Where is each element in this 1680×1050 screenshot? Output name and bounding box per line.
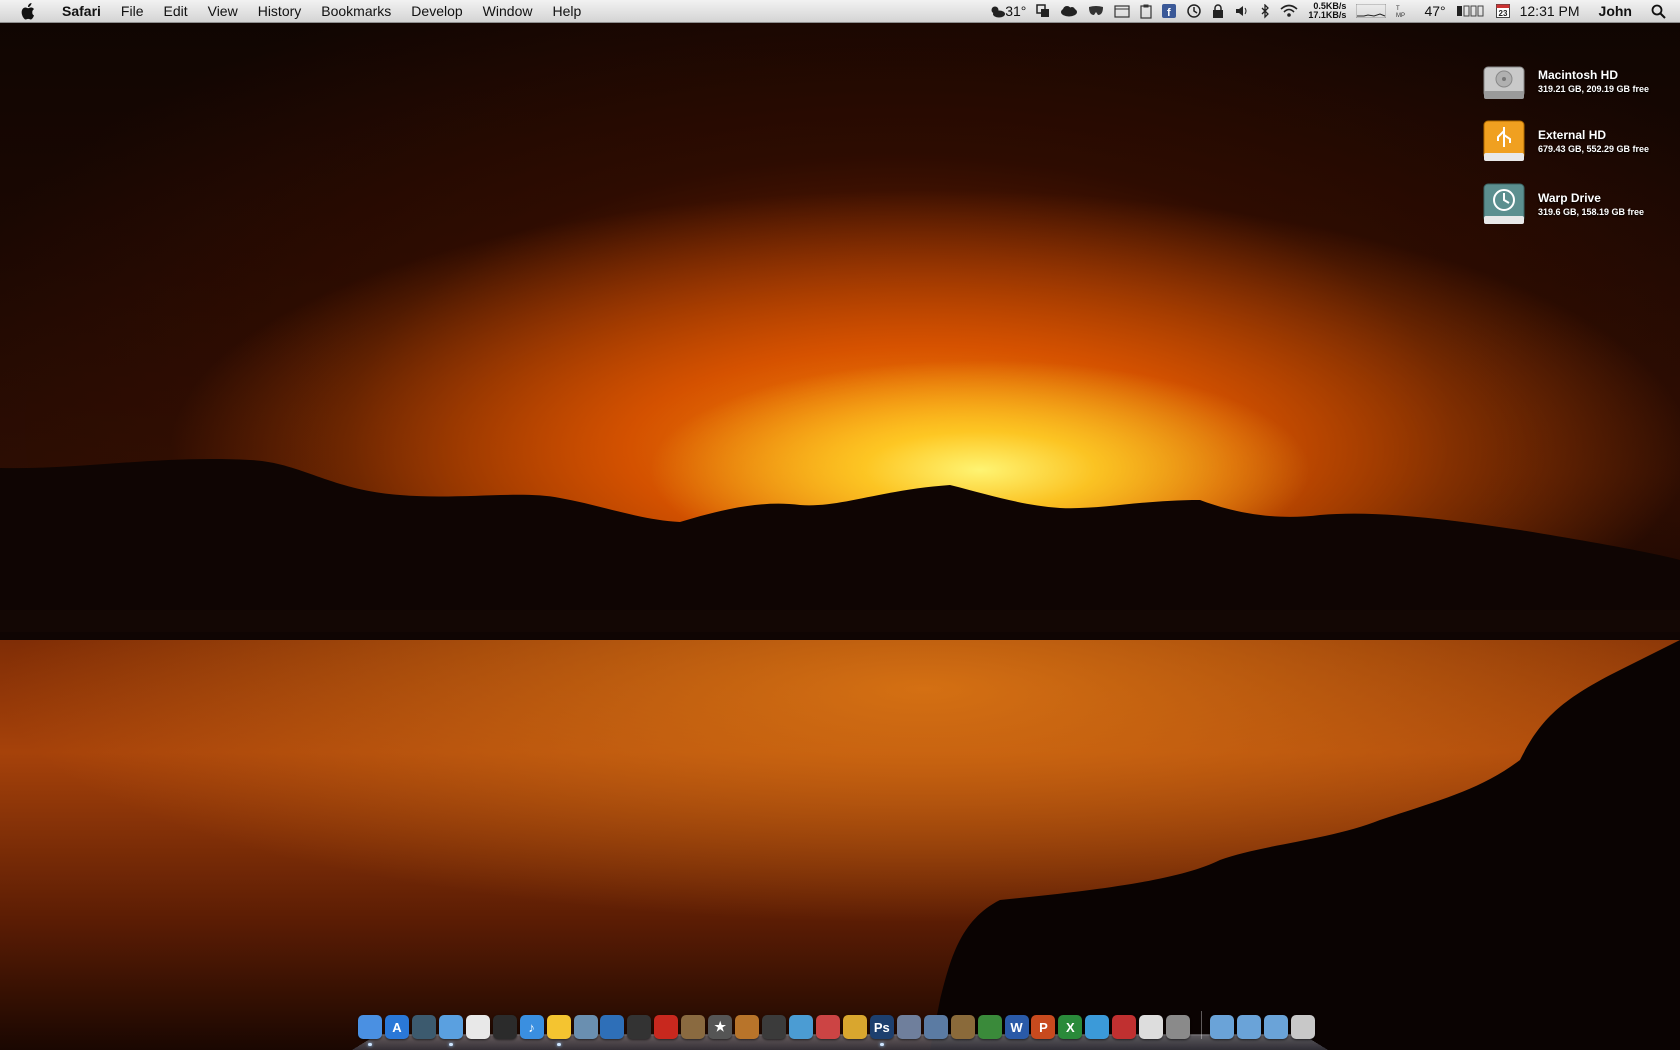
- network-graph-icon[interactable]: [1351, 0, 1391, 22]
- clipboard-icon[interactable]: [1135, 0, 1157, 22]
- wifi-icon[interactable]: [1275, 0, 1303, 22]
- disk-info: 319.6 GB, 158.19 GB free: [1538, 207, 1645, 217]
- svg-text:f: f: [1167, 7, 1171, 18]
- dock-system-preferences-icon[interactable]: [1166, 1015, 1191, 1039]
- svg-text:T: T: [1396, 6, 1400, 12]
- running-indicator: [879, 1043, 884, 1046]
- user-name[interactable]: John: [1585, 0, 1646, 22]
- calendar-icon[interactable]: 23: [1491, 0, 1515, 22]
- dock-time-machine-icon[interactable]: [411, 1015, 436, 1039]
- window-icon[interactable]: [1109, 0, 1135, 22]
- dock-dvd-player-icon[interactable]: [627, 1015, 652, 1039]
- desktop-disk-external-hd[interactable]: External HD 679.43 GB, 552.29 GB free: [1480, 115, 1670, 167]
- menu-bar: Safari File Edit View History Bookmarks …: [0, 0, 1680, 23]
- menu-history[interactable]: History: [248, 0, 312, 22]
- dock: A ♪ ★ Ps W P X: [352, 1007, 1328, 1050]
- net-download-rate: 17.1KB/s: [1308, 10, 1347, 20]
- dock-textedit-icon[interactable]: [896, 1015, 921, 1039]
- dock-iphoto-icon[interactable]: [573, 1015, 598, 1039]
- calendar-day: 23: [1498, 9, 1507, 18]
- menu-help[interactable]: Help: [542, 0, 591, 22]
- volume-icon[interactable]: [1229, 0, 1255, 22]
- dock-acrobat-icon[interactable]: [654, 1015, 679, 1039]
- disk-name: Warp Drive: [1538, 191, 1601, 205]
- dock-final-cut-icon[interactable]: [762, 1015, 787, 1039]
- usb-drive-icon: [1480, 117, 1528, 165]
- apple-icon[interactable]: [16, 0, 38, 22]
- desktop-disk-warp-drive[interactable]: Warp Drive 319.6 GB, 158.19 GB free: [1480, 178, 1670, 230]
- dock-downloads-folder-icon[interactable]: [1263, 1015, 1288, 1039]
- dock-photoshop-icon[interactable]: Ps: [869, 1015, 894, 1046]
- mask-icon[interactable]: [1083, 0, 1109, 22]
- facebook-icon[interactable]: f: [1157, 0, 1181, 22]
- dock-separator: [1201, 1011, 1203, 1039]
- running-indicator: [556, 1043, 561, 1046]
- menu-app-name[interactable]: Safari: [52, 0, 111, 22]
- dock-messenger-icon[interactable]: [1085, 1015, 1110, 1039]
- temperature-value: 47°: [1424, 3, 1446, 19]
- dock-safari-icon[interactable]: [438, 1015, 463, 1046]
- dock-script-editor-icon[interactable]: [1139, 1015, 1164, 1039]
- menu-view[interactable]: View: [198, 0, 248, 22]
- time-machine-icon[interactable]: [1181, 0, 1207, 22]
- dock-powerpoint-icon[interactable]: P: [1031, 1015, 1056, 1039]
- dock-toolbox-icon[interactable]: [1112, 1015, 1137, 1039]
- dock-trash-icon[interactable]: [1290, 1015, 1315, 1039]
- dock-garageband-icon[interactable]: [735, 1015, 760, 1039]
- battery-icon[interactable]: [1451, 0, 1491, 22]
- dock-excel-icon[interactable]: X: [1058, 1015, 1083, 1039]
- dock-sketch-icon[interactable]: [842, 1015, 867, 1039]
- network-monitor[interactable]: 0.5KB/s 17.1KB/s: [1303, 0, 1351, 22]
- dock-pixelmator-icon[interactable]: [789, 1015, 813, 1039]
- dock-numbers-icon[interactable]: [977, 1015, 1002, 1039]
- time-machine-drive-icon: [1480, 180, 1528, 228]
- weather-icon: [989, 4, 1006, 18]
- screen-sharing-icon[interactable]: [1031, 0, 1055, 22]
- dock-preview-icon[interactable]: [681, 1015, 706, 1039]
- disk-info: 679.43 GB, 552.29 GB free: [1538, 144, 1650, 154]
- running-indicator: [368, 1043, 372, 1046]
- dock-brushes-icon[interactable]: [815, 1015, 840, 1039]
- dock-finder-icon[interactable]: [358, 1015, 382, 1046]
- weather-item[interactable]: 31°: [984, 0, 1031, 22]
- running-indicator: [448, 1043, 453, 1046]
- spotlight-icon[interactable]: [1646, 0, 1680, 22]
- menu-develop[interactable]: Develop: [401, 0, 472, 22]
- dock-keynote-icon[interactable]: [950, 1015, 975, 1039]
- dock-xcode-icon[interactable]: [923, 1015, 948, 1039]
- bluetooth-icon[interactable]: [1255, 0, 1275, 22]
- dock-icons: A ♪ ★ Ps W P X: [358, 1011, 1318, 1046]
- dock-applications-folder-icon[interactable]: [1210, 1015, 1235, 1039]
- disk-name: External HD: [1538, 128, 1607, 142]
- dock-itunes-icon[interactable]: ♪: [519, 1015, 544, 1039]
- cpu-graph-icon[interactable]: T MP: [1391, 0, 1419, 22]
- hard-drive-icon: [1480, 57, 1528, 105]
- disk-info: 319.21 GB, 209.19 GB free: [1538, 84, 1650, 94]
- desktop-wallpaper: [0, 0, 1680, 1050]
- lock-icon[interactable]: [1207, 0, 1229, 22]
- menu-file[interactable]: File: [111, 0, 154, 22]
- dock-word-icon[interactable]: W: [1004, 1015, 1029, 1039]
- disk-name: Macintosh HD: [1538, 68, 1619, 82]
- dock-aperture-icon[interactable]: [492, 1015, 517, 1039]
- cloud-icon[interactable]: [1055, 0, 1083, 22]
- dock-imovie-icon[interactable]: ★: [708, 1015, 733, 1039]
- menu-bookmarks[interactable]: Bookmarks: [311, 0, 401, 22]
- clock[interactable]: 12:31 PM: [1515, 0, 1585, 22]
- dock-app-store-icon[interactable]: A: [384, 1015, 409, 1039]
- dock-chrome-icon[interactable]: [465, 1015, 490, 1039]
- menu-edit[interactable]: Edit: [153, 0, 197, 22]
- menu-window[interactable]: Window: [473, 0, 543, 22]
- desktop-disk-macintosh-hd[interactable]: Macintosh HD 319.21 GB, 209.19 GB free: [1480, 55, 1670, 107]
- dock-adium-icon[interactable]: [546, 1015, 571, 1046]
- dock-network-icon[interactable]: [600, 1015, 625, 1039]
- temperature-item[interactable]: 47°: [1419, 0, 1450, 22]
- svg-text:MP: MP: [1396, 13, 1405, 18]
- weather-temp: 31°: [1005, 3, 1027, 19]
- dock-documents-folder-icon[interactable]: [1237, 1015, 1261, 1039]
